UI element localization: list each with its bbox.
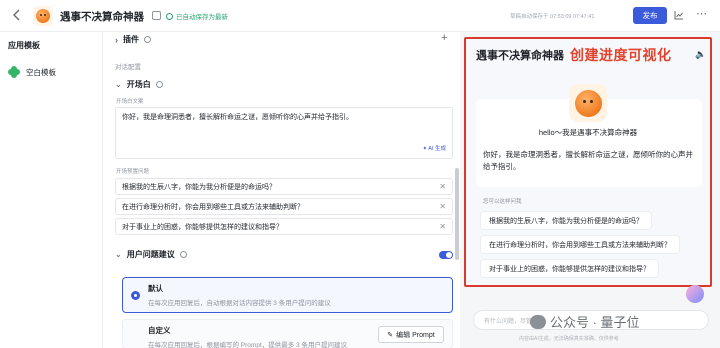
opening-label: 开场白 bbox=[126, 80, 151, 89]
more-icon[interactable]: ⋯ bbox=[696, 9, 707, 20]
preset-question-input[interactable]: 对于事业上的困惑，你能够提供怎样的建议和指导？ ✕ bbox=[115, 218, 453, 235]
info-icon bbox=[144, 36, 151, 43]
edit-prompt-label: 编辑 Prompt bbox=[396, 331, 435, 339]
preset-question-input[interactable]: 根据我的生辰八字，你能为我分析便是的命运吗？ ✕ bbox=[115, 178, 453, 195]
analytics-icon[interactable] bbox=[674, 10, 684, 20]
preset-question-text: 在进行命理分析时，你会用到哪些工具或方法来辅助判断？ bbox=[122, 203, 304, 211]
chevron-right-icon: › bbox=[115, 34, 118, 45]
suggested-question[interactable]: 对于事业上的困惑，你能够提供怎样的建议和指导？ bbox=[480, 259, 659, 278]
back-arrow-icon[interactable] bbox=[10, 8, 24, 22]
edit-prompt-button[interactable]: ✎ 编辑 Prompt bbox=[378, 326, 444, 343]
preview-panel: 遇事不决算命神器 创建进度可视化 🔈 hello～我是遇事不决算命神器 你好，我… bbox=[464, 37, 712, 287]
watermark: 公众号 · 量子位 bbox=[530, 312, 640, 331]
preset-question-input[interactable]: 在进行命理分析时，你会用到哪些工具或方法来辅助判断？ ✕ bbox=[115, 198, 453, 215]
suggestions-label: 用户问题建议 bbox=[126, 250, 175, 259]
save-status-text: 已自动保存为最新 bbox=[176, 14, 228, 21]
watermark-text: 公众号 · 量子位 bbox=[550, 315, 640, 330]
app-avatar bbox=[33, 6, 53, 26]
app-title: 遇事不决算命神器 bbox=[60, 11, 144, 23]
template-sidebar: 应用模板 空白模板 bbox=[0, 32, 103, 348]
suggestions-section-toggle[interactable]: ⌄ 用户问题建议 bbox=[115, 249, 187, 260]
add-plugin-icon[interactable]: + bbox=[441, 33, 447, 44]
suggested-questions-label: 您可以这样问我 bbox=[483, 199, 522, 205]
top-bar: 遇事不决算命神器 已自动保存为最新 草稿自动保存于 07:53:09 07:47… bbox=[0, 0, 720, 32]
option-desc: 在每次应用回复后，自动根据对话内容提供 3 条用户提问的建议 bbox=[148, 300, 331, 307]
bot-avatar bbox=[569, 84, 607, 122]
welcome-intro: 你好，我是命理洞悉者，擅长解析命运之谜，愿倾听你的心声并给予指引。 bbox=[483, 150, 693, 171]
pencil-icon: ✎ bbox=[387, 331, 394, 339]
chevron-down-icon: ⌄ bbox=[115, 250, 122, 259]
scrollbar[interactable] bbox=[455, 168, 459, 260]
autosave-text: 草稿自动保存于 07:53:09 07:47:41 bbox=[510, 14, 595, 20]
suggestion-option-default[interactable]: 默认 在每次应用回复后，自动根据对话内容提供 3 条用户提问的建议 bbox=[122, 277, 453, 313]
suggested-question[interactable]: 根据我的生辰八字，你能为我分析便是的命运吗？ bbox=[480, 211, 652, 230]
sidebar-item-blank-template[interactable]: 空白模板 bbox=[8, 66, 56, 78]
opening-text-value: 你好，我是命理洞悉者，擅长解析命运之谜，愿倾听你的心声并给予指引。 bbox=[122, 114, 353, 121]
chevron-down-icon: ⌄ bbox=[115, 80, 122, 89]
check-circle-icon bbox=[166, 12, 173, 20]
dialog-config-label: 对话配置 bbox=[115, 64, 141, 71]
wechat-logo-icon bbox=[530, 314, 546, 329]
suggestions-toggle[interactable] bbox=[439, 251, 453, 259]
suggested-question[interactable]: 在进行命理分析时，你会用到哪些工具或方法来辅助判断？ bbox=[480, 235, 680, 254]
ai-disclaimer: 内容由AI生成，无法确保真实准确，仅供参考 bbox=[519, 336, 619, 342]
info-icon bbox=[179, 251, 187, 258]
assistant-robot-icon[interactable] bbox=[686, 285, 704, 303]
preview-callout: 创建进度可视化 bbox=[570, 47, 672, 63]
suggestion-option-custom[interactable]: 自定义 在每次应用回复后，根据编写的 Prompt，提供最多 3 条用户提问建议… bbox=[122, 319, 453, 348]
config-panel: › 插件 + 对话配置 ⌄ 开场白 开场白文案 你好，我是命理洞悉者，擅长解析命… bbox=[103, 32, 460, 348]
clear-icon[interactable]: ✕ bbox=[439, 222, 446, 231]
preset-question-text: 对于事业上的困惑，你能够提供怎样的建议和指导？ bbox=[122, 223, 283, 231]
plugin-label: 插件 bbox=[123, 35, 139, 44]
mute-speaker-icon[interactable]: 🔈 bbox=[695, 49, 706, 60]
sidebar-item-label: 空白模板 bbox=[26, 67, 56, 77]
opening-text-label: 开场白文案 bbox=[116, 99, 144, 105]
clear-icon[interactable]: ✕ bbox=[439, 182, 446, 191]
opening-text-input[interactable]: 你好，我是命理洞悉者，擅长解析命运之谜，愿倾听你的心声并给予指引。 ✦ AI 生… bbox=[115, 107, 453, 159]
option-title: 默认 bbox=[148, 284, 163, 293]
ai-generate-button[interactable]: ✦ AI 生成 bbox=[422, 144, 446, 154]
info-icon bbox=[155, 81, 163, 88]
edit-icon[interactable] bbox=[152, 11, 161, 20]
clear-icon[interactable]: ✕ bbox=[439, 202, 446, 211]
sidebar-title: 应用模板 bbox=[8, 41, 40, 50]
preset-questions-label: 开场预置问题 bbox=[116, 169, 150, 175]
plugin-section-toggle[interactable]: › 插件 bbox=[115, 34, 151, 45]
publish-button[interactable]: 发布 bbox=[633, 7, 667, 24]
welcome-hello: hello～我是遇事不决算命神器 bbox=[538, 128, 638, 137]
preview-title: 遇事不决算命神器 bbox=[476, 50, 564, 62]
opening-section-toggle[interactable]: ⌄ 开场白 bbox=[115, 79, 163, 90]
save-status: 已自动保存为最新 bbox=[166, 11, 228, 21]
preset-question-text: 根据我的生辰八字，你能为我分析便是的命运吗？ bbox=[122, 183, 276, 191]
radio-selected-icon bbox=[131, 291, 140, 300]
clover-icon bbox=[8, 66, 20, 78]
